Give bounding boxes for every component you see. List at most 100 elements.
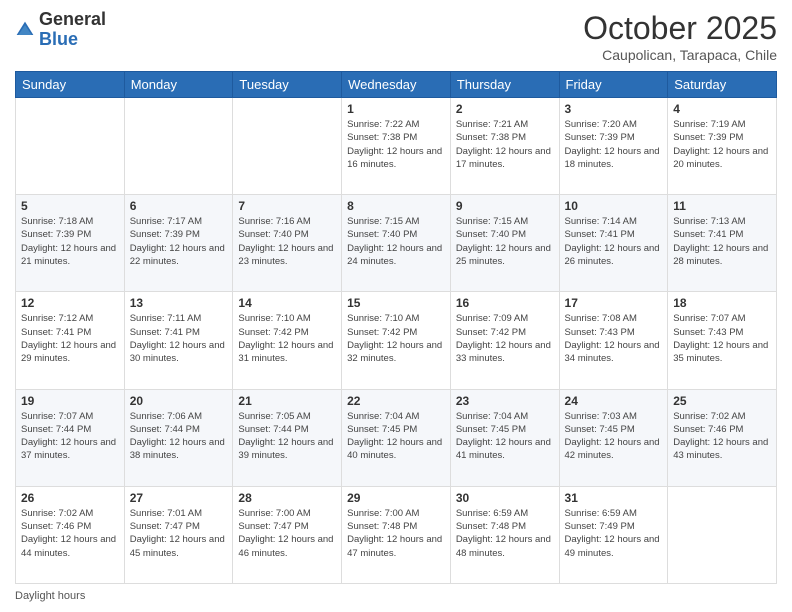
day-number: 12 [21,296,119,310]
day-number: 15 [347,296,445,310]
page: General Blue October 2025 Caupolican, Ta… [0,0,792,612]
day-number: 10 [565,199,663,213]
calendar-cell: 8Sunrise: 7:15 AM Sunset: 7:40 PM Daylig… [342,195,451,292]
logo-blue-text: Blue [39,30,106,50]
day-info: Sunrise: 7:02 AM Sunset: 7:46 PM Dayligh… [21,507,119,560]
day-info: Sunrise: 7:17 AM Sunset: 7:39 PM Dayligh… [130,215,228,268]
header: General Blue October 2025 Caupolican, Ta… [15,10,777,63]
day-number: 6 [130,199,228,213]
day-number: 1 [347,102,445,116]
calendar-cell: 15 Sunrise: 7:10 AM Sunset: 7:42 PM Dayli… [342,292,451,389]
calendar-cell [16,98,125,195]
day-number: 8 [347,199,445,213]
logo-text: General Blue [39,10,106,50]
day-info: Sunrise: 7:08 AM Sunset: 7:43 PM Dayligh… [565,312,663,365]
day-number: 20 [130,394,228,408]
calendar-cell: 16Sunrise: 7:09 AM Sunset: 7:42 PM Dayli… [450,292,559,389]
calendar-cell: 29Sunrise: 7:00 AM Sunset: 7:48 PM Dayli… [342,486,451,583]
day-info: Sunrise: 7:16 AM Sunset: 7:40 PM Dayligh… [238,215,336,268]
calendar-cell: 14 Sunrise: 7:10 AM Sunset: 7:42 PM Dayli… [233,292,342,389]
calendar-cell: 30 Sunrise: 6:59 AM Sunset: 7:48 PM Dayli… [450,486,559,583]
day-info: Sunrise: 7:13 AM Sunset: 7:41 PM Dayligh… [673,215,771,268]
calendar-header-saturday: Saturday [668,72,777,98]
day-info: Sunrise: 7:05 AM Sunset: 7:44 PM Dayligh… [238,410,336,463]
daylight-label: Daylight hours [15,590,85,602]
header-right: October 2025 Caupolican, Tarapaca, Chile [583,10,777,63]
day-info: Sunrise: 7:00 AM Sunset: 7:48 PM Dayligh… [347,507,445,560]
day-info: Sunrise: 7:11 AM Sunset: 7:41 PM Dayligh… [130,312,228,365]
day-number: 26 [21,491,119,505]
day-number: 25 [673,394,771,408]
day-number: 19 [21,394,119,408]
day-info: Sunrise: 7:21 AM Sunset: 7:38 PM Dayligh… [456,118,554,171]
calendar-cell: 13 Sunrise: 7:11 AM Sunset: 7:41 PM Dayli… [124,292,233,389]
calendar-cell: 6 Sunrise: 7:17 AM Sunset: 7:39 PM Daylig… [124,195,233,292]
day-info: Sunrise: 7:03 AM Sunset: 7:45 PM Dayligh… [565,410,663,463]
day-info: Sunrise: 7:14 AM Sunset: 7:41 PM Dayligh… [565,215,663,268]
calendar-cell: 3Sunrise: 7:20 AM Sunset: 7:39 PM Daylig… [559,98,668,195]
month-title: October 2025 [583,10,777,47]
day-number: 5 [21,199,119,213]
day-number: 31 [565,491,663,505]
calendar-cell: 2 Sunrise: 7:21 AM Sunset: 7:38 PM Daylig… [450,98,559,195]
day-info: Sunrise: 6:59 AM Sunset: 7:48 PM Dayligh… [456,507,554,560]
calendar-header-wednesday: Wednesday [342,72,451,98]
calendar-header-friday: Friday [559,72,668,98]
location: Caupolican, Tarapaca, Chile [583,47,777,63]
calendar-cell [668,486,777,583]
calendar-cell: 17Sunrise: 7:08 AM Sunset: 7:43 PM Dayli… [559,292,668,389]
calendar-cell: 11 Sunrise: 7:13 AM Sunset: 7:41 PM Dayli… [668,195,777,292]
calendar-cell: 20 Sunrise: 7:06 AM Sunset: 7:44 PM Dayli… [124,389,233,486]
calendar-week-row: 5 Sunrise: 7:18 AM Sunset: 7:39 PM Daylig… [16,195,777,292]
day-number: 30 [456,491,554,505]
calendar-cell: 10 Sunrise: 7:14 AM Sunset: 7:41 PM Dayli… [559,195,668,292]
calendar-cell: 23Sunrise: 7:04 AM Sunset: 7:45 PM Dayli… [450,389,559,486]
day-info: Sunrise: 7:01 AM Sunset: 7:47 PM Dayligh… [130,507,228,560]
day-number: 13 [130,296,228,310]
calendar-cell: 26 Sunrise: 7:02 AM Sunset: 7:46 PM Dayli… [16,486,125,583]
calendar-cell: 9Sunrise: 7:15 AM Sunset: 7:40 PM Daylig… [450,195,559,292]
day-info: Sunrise: 7:06 AM Sunset: 7:44 PM Dayligh… [130,410,228,463]
calendar-header-tuesday: Tuesday [233,72,342,98]
day-number: 28 [238,491,336,505]
day-info: Sunrise: 7:07 AM Sunset: 7:43 PM Dayligh… [673,312,771,365]
calendar-header-row: SundayMondayTuesdayWednesdayThursdayFrid… [16,72,777,98]
calendar-cell: 22 Sunrise: 7:04 AM Sunset: 7:45 PM Dayli… [342,389,451,486]
logo: General Blue [15,10,106,50]
day-number: 2 [456,102,554,116]
day-number: 22 [347,394,445,408]
calendar-cell: 24Sunrise: 7:03 AM Sunset: 7:45 PM Dayli… [559,389,668,486]
calendar-week-row: 12Sunrise: 7:12 AM Sunset: 7:41 PM Dayli… [16,292,777,389]
calendar-cell: 1 Sunrise: 7:22 AM Sunset: 7:38 PM Daylig… [342,98,451,195]
day-info: Sunrise: 7:10 AM Sunset: 7:42 PM Dayligh… [238,312,336,365]
day-info: Sunrise: 7:07 AM Sunset: 7:44 PM Dayligh… [21,410,119,463]
day-info: Sunrise: 7:09 AM Sunset: 7:42 PM Dayligh… [456,312,554,365]
calendar-cell: 28 Sunrise: 7:00 AM Sunset: 7:47 PM Dayli… [233,486,342,583]
calendar-cell: 31Sunrise: 6:59 AM Sunset: 7:49 PM Dayli… [559,486,668,583]
calendar-cell: 4 Sunrise: 7:19 AM Sunset: 7:39 PM Daylig… [668,98,777,195]
calendar-cell: 27Sunrise: 7:01 AM Sunset: 7:47 PM Dayli… [124,486,233,583]
calendar-header-sunday: Sunday [16,72,125,98]
day-info: Sunrise: 7:04 AM Sunset: 7:45 PM Dayligh… [347,410,445,463]
day-info: Sunrise: 7:18 AM Sunset: 7:39 PM Dayligh… [21,215,119,268]
day-info: Sunrise: 7:15 AM Sunset: 7:40 PM Dayligh… [456,215,554,268]
day-info: Sunrise: 7:00 AM Sunset: 7:47 PM Dayligh… [238,507,336,560]
day-number: 14 [238,296,336,310]
calendar-cell: 18Sunrise: 7:07 AM Sunset: 7:43 PM Dayli… [668,292,777,389]
day-number: 11 [673,199,771,213]
calendar-cell: 12Sunrise: 7:12 AM Sunset: 7:41 PM Dayli… [16,292,125,389]
day-number: 4 [673,102,771,116]
logo-icon [15,20,35,40]
day-info: Sunrise: 7:19 AM Sunset: 7:39 PM Dayligh… [673,118,771,171]
day-number: 3 [565,102,663,116]
calendar-cell [124,98,233,195]
footer: Daylight hours [15,590,777,602]
calendar-cell: 19 Sunrise: 7:07 AM Sunset: 7:44 PM Dayli… [16,389,125,486]
calendar-cell: 7Sunrise: 7:16 AM Sunset: 7:40 PM Daylig… [233,195,342,292]
calendar-week-row: 19 Sunrise: 7:07 AM Sunset: 7:44 PM Dayli… [16,389,777,486]
day-info: Sunrise: 7:22 AM Sunset: 7:38 PM Dayligh… [347,118,445,171]
calendar-cell [233,98,342,195]
logo-general-text: General [39,10,106,30]
day-number: 21 [238,394,336,408]
day-info: Sunrise: 7:10 AM Sunset: 7:42 PM Dayligh… [347,312,445,365]
